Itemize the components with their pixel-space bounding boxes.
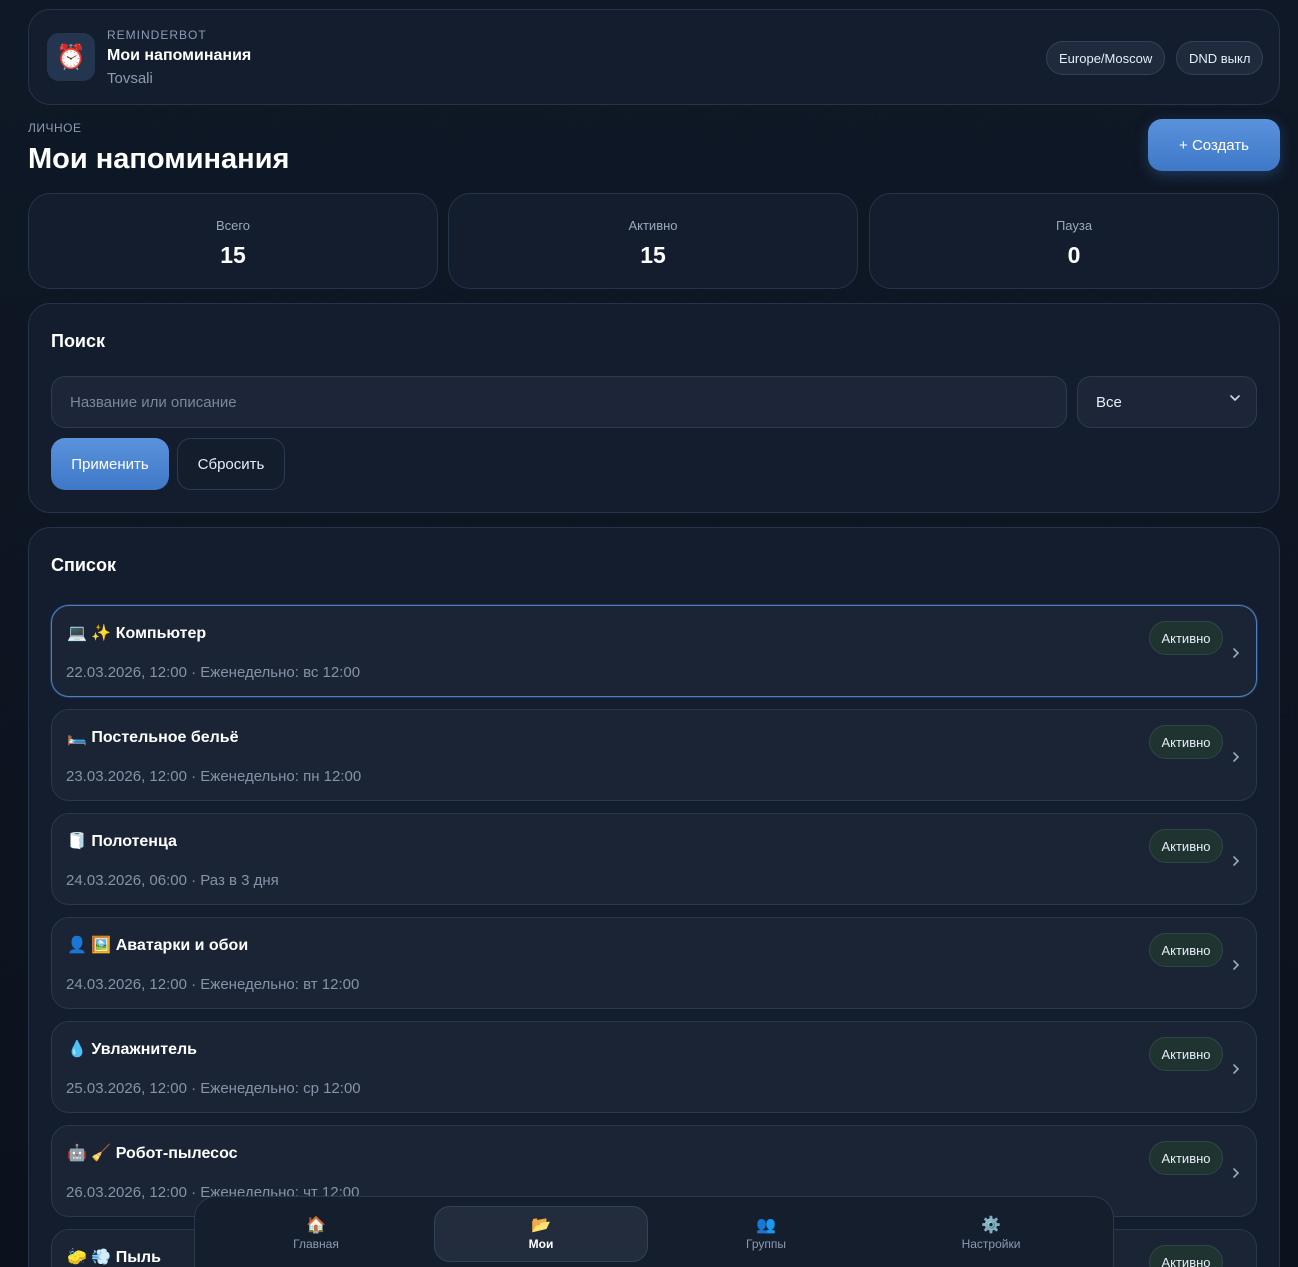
reminder-title: 🧽 💨 Пыль bbox=[67, 1249, 161, 1266]
timezone-chip[interactable]: Europe/Moscow bbox=[1046, 41, 1166, 75]
gear-icon: ⚙️ bbox=[981, 1217, 1001, 1234]
list-title: Список bbox=[51, 555, 116, 575]
nav-label: Главная bbox=[293, 1237, 339, 1251]
nav-groups[interactable]: 👥 Группы bbox=[659, 1206, 873, 1262]
chevron-down-icon bbox=[1230, 395, 1240, 401]
reminder-item[interactable]: 💻 ✨ Компьютер 22.03.2026, 12:00 · Еженед… bbox=[51, 605, 1257, 697]
stat-label: Всего bbox=[215, 218, 251, 233]
search-input[interactable] bbox=[51, 376, 1067, 428]
nav-label: Настройки bbox=[961, 1237, 1021, 1251]
stat-value: 15 bbox=[640, 242, 666, 268]
reminder-schedule: 24.03.2026, 06:00 · Раз в 3 дня bbox=[66, 872, 279, 889]
alarm-clock-icon: ⏰ bbox=[47, 33, 95, 81]
home-icon: 🏠 bbox=[306, 1217, 326, 1234]
reminder-item[interactable]: 🧻 Полотенца 24.03.2026, 06:00 · Раз в 3 … bbox=[51, 813, 1257, 905]
reminder-schedule: 23.03.2026, 12:00 · Еженедельно: пн 12:0… bbox=[66, 768, 362, 785]
status-badge: Активно bbox=[1149, 1141, 1223, 1175]
reminder-item[interactable]: 👤 🖼️ Аватарки и обои 24.03.2026, 12:00 ·… bbox=[51, 917, 1257, 1009]
nav-label: Мои bbox=[528, 1237, 554, 1251]
folder-icon: 📂 bbox=[531, 1217, 551, 1234]
chevron-right-icon bbox=[1233, 648, 1240, 658]
reminder-title: 🛏️ Постельное бельё bbox=[67, 729, 239, 746]
stat-card-pause: Пауза 0 bbox=[869, 193, 1279, 289]
users-icon: 👥 bbox=[756, 1217, 776, 1234]
reminder-title: 💻 ✨ Компьютер bbox=[67, 625, 207, 642]
stat-label: Активно bbox=[628, 218, 678, 233]
search-panel: Поиск Все Применить Сбросить bbox=[28, 303, 1280, 513]
stat-card-total: Всего 15 bbox=[28, 193, 438, 289]
reminder-item[interactable]: 💧 Увлажнитель 25.03.2026, 12:00 · Еженед… bbox=[51, 1021, 1257, 1113]
create-button[interactable]: + Создать bbox=[1148, 119, 1280, 171]
status-badge: Активно bbox=[1149, 829, 1223, 863]
status-badge: Активно bbox=[1149, 933, 1223, 967]
reminder-item[interactable]: 🛏️ Постельное бельё 23.03.2026, 12:00 · … bbox=[51, 709, 1257, 801]
dnd-chip[interactable]: DND выкл bbox=[1176, 41, 1264, 75]
nav-home[interactable]: 🏠 Главная bbox=[209, 1206, 423, 1262]
user-name: Tovsali bbox=[107, 70, 153, 87]
reminder-schedule: 22.03.2026, 12:00 · Еженедельно: вс 12:0… bbox=[66, 664, 361, 681]
chevron-right-icon bbox=[1233, 752, 1240, 762]
stat-value: 0 bbox=[1067, 242, 1081, 268]
reset-button[interactable]: Сбросить bbox=[177, 438, 285, 490]
chevron-right-icon bbox=[1233, 856, 1240, 866]
status-badge: Активно bbox=[1149, 1245, 1223, 1267]
chevron-right-icon bbox=[1233, 960, 1240, 970]
page-title: Мои напоминания bbox=[28, 143, 290, 175]
chevron-right-icon bbox=[1233, 1064, 1240, 1074]
reminder-title: 🧻 Полотенца bbox=[67, 833, 177, 850]
status-badge: Активно bbox=[1149, 725, 1223, 759]
reminder-schedule: 24.03.2026, 12:00 · Еженедельно: вт 12:0… bbox=[66, 976, 360, 993]
apply-button[interactable]: Применить bbox=[51, 438, 169, 490]
status-badge: Активно bbox=[1149, 1037, 1223, 1071]
stat-label: Пауза bbox=[1055, 218, 1093, 233]
reminder-schedule: 25.03.2026, 12:00 · Еженедельно: ср 12:0… bbox=[66, 1080, 361, 1097]
nav-mine[interactable]: 📂 Мои bbox=[434, 1206, 648, 1262]
nav-settings[interactable]: ⚙️ Настройки bbox=[884, 1206, 1098, 1262]
search-title: Поиск bbox=[51, 331, 106, 351]
reminder-title: 💧 Увлажнитель bbox=[67, 1041, 197, 1058]
reminder-title: 🤖 🧹 Робот-пылесос bbox=[67, 1145, 238, 1162]
app-header: ⏰ REMINDERBOT Мои напоминания Tovsali Eu… bbox=[28, 9, 1280, 105]
stat-value: 15 bbox=[220, 242, 246, 268]
nav-label: Группы bbox=[746, 1237, 786, 1251]
section-eyebrow: ЛИЧНОЕ bbox=[28, 121, 82, 135]
status-filter-select[interactable]: Все bbox=[1077, 376, 1257, 428]
chevron-right-icon bbox=[1233, 1168, 1240, 1178]
bottom-navigation: 🏠 Главная 📂 Мои 👥 Группы ⚙️ Настройки bbox=[194, 1196, 1114, 1267]
reminder-list-panel: Список 💻 ✨ Компьютер 22.03.2026, 12:00 ·… bbox=[28, 527, 1280, 1267]
stat-card-active: Активно 15 bbox=[448, 193, 858, 289]
reminder-title: 👤 🖼️ Аватарки и обои bbox=[67, 937, 249, 954]
app-title: Мои напоминания bbox=[107, 47, 252, 64]
brand-label: REMINDERBOT bbox=[107, 28, 207, 42]
status-filter-value: Все bbox=[1096, 393, 1122, 411]
status-badge: Активно bbox=[1149, 621, 1223, 655]
